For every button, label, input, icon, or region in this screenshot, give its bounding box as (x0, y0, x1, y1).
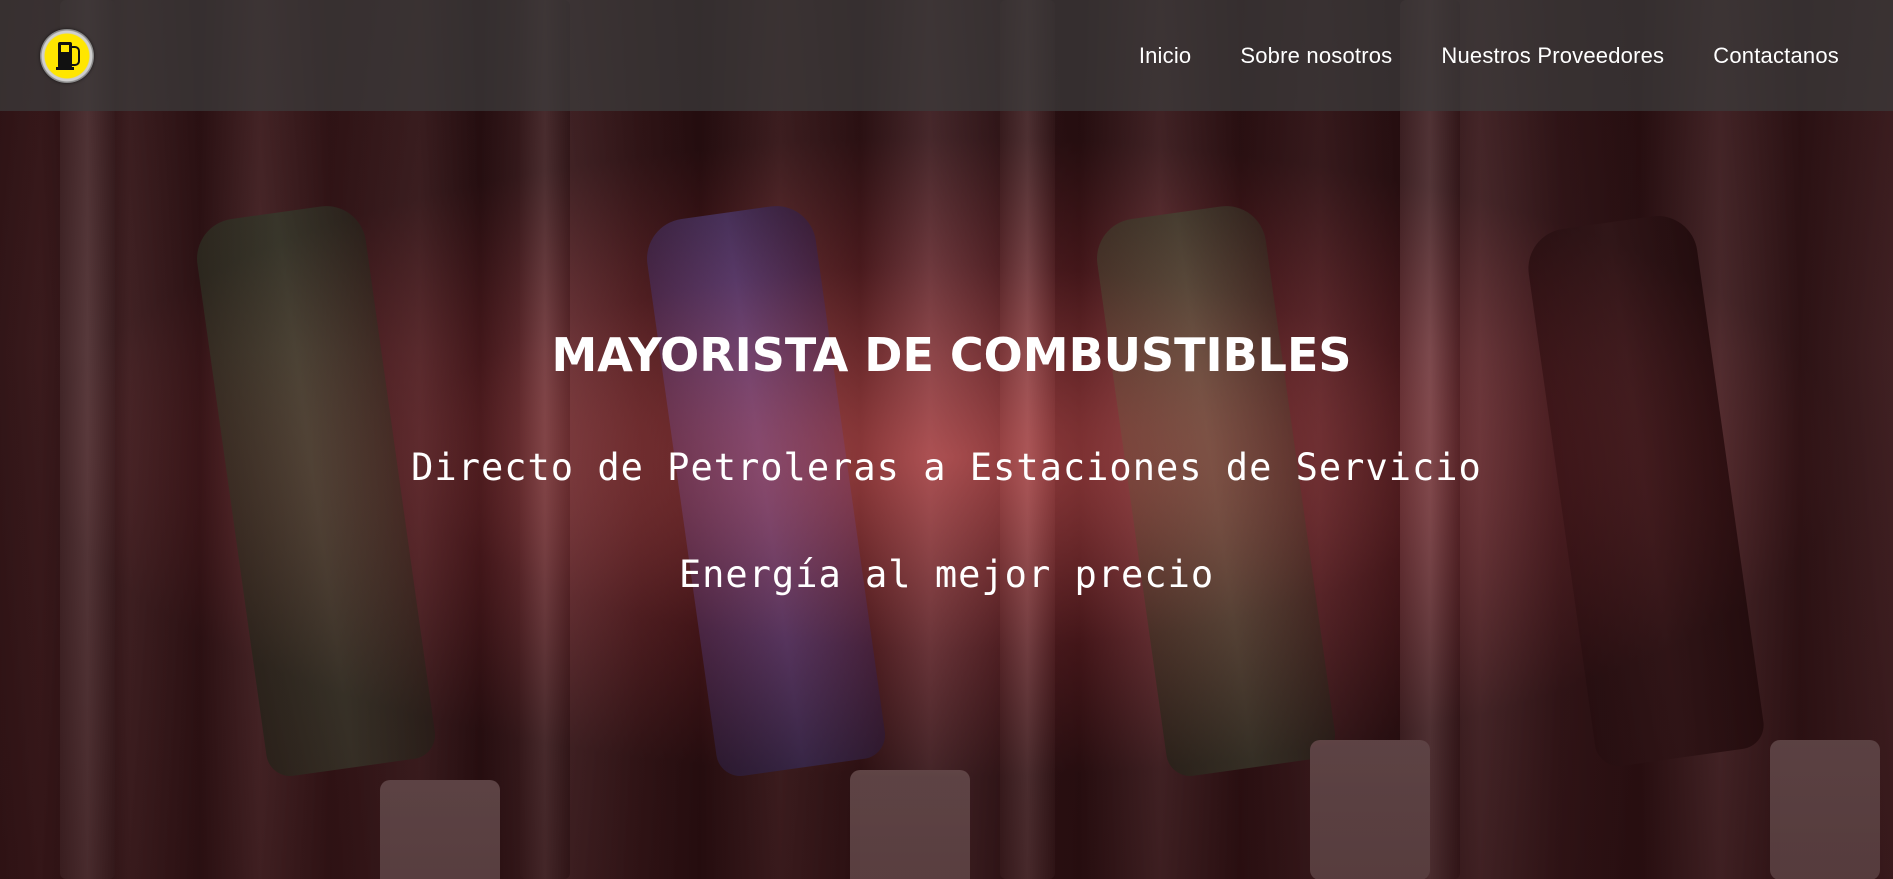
fuel-pump-icon[interactable] (40, 28, 94, 83)
main-nav: Inicio Sobre nosotros Nuestros Proveedor… (1090, 43, 1839, 69)
hero-tagline: Energía al mejor precio (678, 553, 1215, 596)
nav-link-sobre-nosotros[interactable]: Sobre nosotros (1240, 43, 1392, 69)
hero-red-overlay (0, 0, 1893, 879)
hero-title: MAYORISTA DE COMBUSTIBLES (551, 328, 1352, 382)
top-navbar: Inicio Sobre nosotros Nuestros Proveedor… (0, 0, 1893, 111)
nav-link-nuestros-proveedores[interactable]: Nuestros Proveedores (1441, 43, 1664, 69)
nav-link-contactanos[interactable]: Contactanos (1713, 43, 1839, 69)
nav-link-inicio[interactable]: Inicio (1139, 43, 1192, 69)
hero-subtitle: Directo de Petroleras a Estaciones de Se… (411, 446, 1482, 489)
landing-page: Inicio Sobre nosotros Nuestros Proveedor… (0, 0, 1893, 879)
